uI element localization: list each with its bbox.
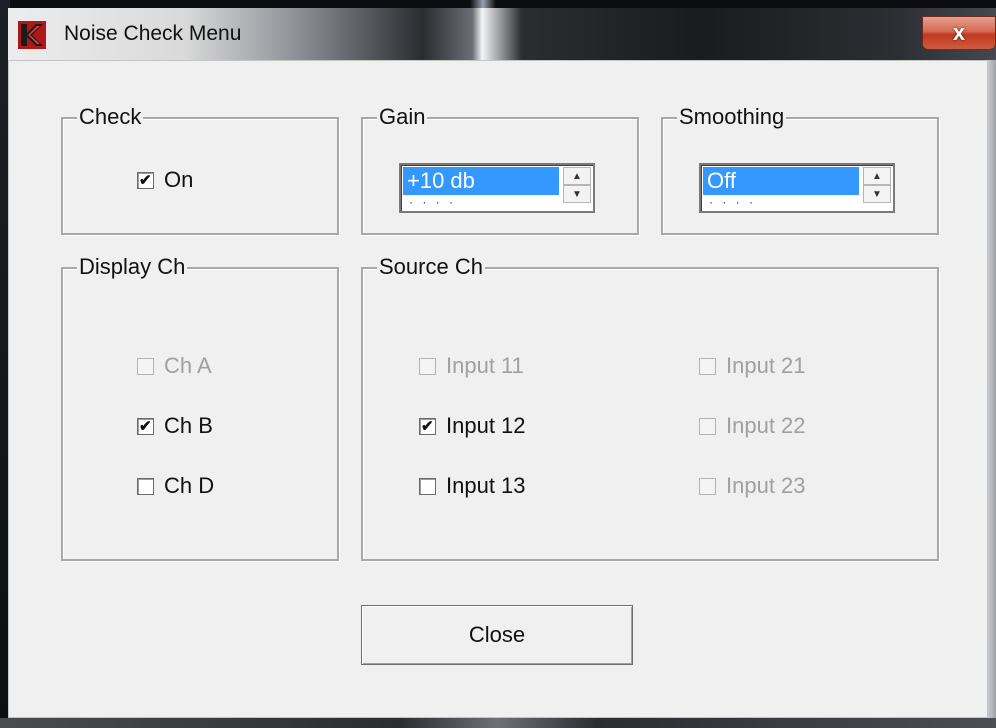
spin-up-icon[interactable]: ▲ [563,167,591,185]
checkbox-box [137,357,154,375]
display-ch-d-checkbox[interactable]: Ch D [137,473,214,499]
source-input-12-checkbox[interactable]: ✔ Input 12 [419,413,526,439]
checkbox-box[interactable]: ✔ [137,171,154,189]
source-input-13-checkbox[interactable]: Input 13 [419,473,526,499]
source-input-23-checkbox: Input 23 [699,473,806,499]
close-icon: x [952,20,966,45]
source-input-21-checkbox: Input 21 [699,353,806,379]
gain-next-item[interactable]: · · · · [409,195,456,209]
checkbox-label: Input 23 [726,473,806,498]
dialog-client-area: Check ✔ On Gain +10 db · · · · ▲ ▼ Smoot… [8,60,988,718]
checkbox-box[interactable] [137,477,154,495]
spin-up-icon[interactable]: ▲ [863,167,891,185]
check-mark-icon: ✔ [139,417,152,435]
gain-group: Gain +10 db · · · · ▲ ▼ [361,105,639,235]
checkbox-label: Input 13 [446,473,526,498]
gain-spinner[interactable]: ▲ ▼ [563,167,591,203]
checkbox-label: Ch A [164,353,212,378]
display-ch-a-checkbox: Ch A [137,353,212,379]
noise-check-dialog: Noise Check Menu x Check ✔ On Gain +10 d… [0,0,996,728]
gain-selected-item[interactable]: +10 db [403,167,559,195]
window-frame-bottom [0,718,996,728]
checkbox-label: Input 11 [446,353,524,378]
checkbox-label: On [164,167,194,192]
check-mark-icon: ✔ [139,171,152,189]
checkbox-label: Ch B [164,413,213,438]
checkbox-label: Input 12 [446,413,526,438]
smoothing-group: Smoothing Off · · · · ▲ ▼ [661,105,939,235]
checkbox-box[interactable] [419,477,436,495]
checkbox-label: Ch D [164,473,215,498]
gain-listbox[interactable]: +10 db · · · · ▲ ▼ [399,163,595,213]
checkbox-label: Input 21 [726,353,806,378]
display-ch-group: Display Ch Ch A ✔ Ch B Ch D [61,255,339,561]
window-frame-right [988,60,996,728]
app-logo-icon [18,21,46,49]
check-mark-icon: ✔ [421,417,434,435]
source-input-11-checkbox: Input 11 [419,353,524,379]
checkbox-box [699,477,716,495]
spin-down-icon[interactable]: ▼ [863,185,891,203]
spin-down-icon[interactable]: ▼ [563,185,591,203]
checkbox-box [699,417,716,435]
smoothing-selected-item[interactable]: Off [703,167,859,195]
display-ch-group-label: Display Ch [77,254,188,279]
smoothing-spinner[interactable]: ▲ ▼ [863,167,891,203]
gain-group-label: Gain [377,104,428,129]
checkbox-box [419,357,436,375]
check-on-checkbox[interactable]: ✔ On [137,167,193,193]
checkbox-box [699,357,716,375]
check-group-label: Check [77,104,144,129]
title-bar[interactable]: Noise Check Menu x [8,8,996,60]
source-input-22-checkbox: Input 22 [699,413,806,439]
display-ch-b-checkbox[interactable]: ✔ Ch B [137,413,213,439]
source-ch-group: Source Ch Input 11 ✔ Input 12 Input 13 I… [361,255,939,561]
smoothing-listbox[interactable]: Off · · · · ▲ ▼ [699,163,895,213]
smoothing-next-item[interactable]: · · · · [709,195,756,209]
smoothing-group-label: Smoothing [677,104,787,129]
checkbox-box[interactable]: ✔ [419,417,436,435]
checkbox-label: Input 22 [726,413,806,438]
window-title: Noise Check Menu [64,22,242,45]
window-close-button[interactable]: x [922,16,996,50]
checkbox-box[interactable]: ✔ [137,417,154,435]
close-button[interactable]: Close [361,605,633,665]
source-ch-group-label: Source Ch [377,254,485,279]
check-group: Check ✔ On [61,105,339,235]
